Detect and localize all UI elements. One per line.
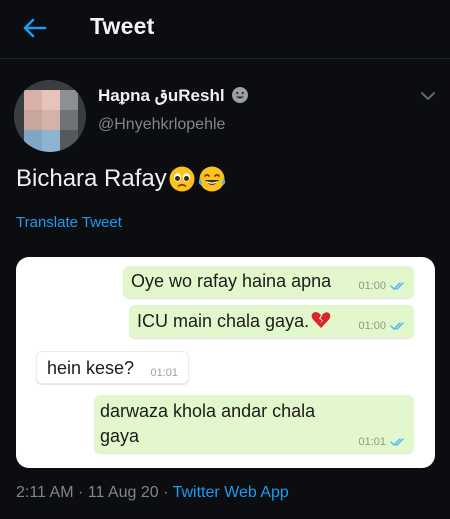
pleading-face-icon (169, 166, 195, 192)
back-arrow-icon (23, 18, 47, 38)
back-button[interactable] (14, 12, 54, 44)
separator-dot: · (77, 484, 84, 501)
grinning-face-icon (232, 87, 249, 103)
author-name-text: Haᵱna قuReshl (98, 86, 225, 105)
top-bar: Tweet (0, 0, 450, 59)
message-time: 01:00 (358, 320, 386, 332)
avatar[interactable] (14, 80, 86, 152)
message-time: 01:01 (150, 367, 178, 379)
chat-bubble-outgoing: darwaza khola andar chala gaya 01:01 (94, 395, 414, 453)
tears-of-joy-icon (198, 166, 225, 192)
chat-message-text: ICU main chala gaya. (137, 311, 331, 332)
page-title: Tweet (90, 13, 155, 39)
tweet-date: 11 Aug 20 (87, 484, 159, 501)
chat-message-text: darwaza khola andar chala (100, 401, 316, 421)
tweet-metadata: 2:11 AM · 11 Aug 20 · Twitter Web App (16, 484, 289, 502)
double-check-icon (390, 438, 404, 446)
chat-message-meta: 01:01 (150, 367, 178, 379)
message-time: 01:01 (358, 436, 386, 448)
chat-bubble-incoming: hein kese? 01:01 (36, 351, 189, 384)
tweet-detail-screen: Tweet Haᵱna قuReshl @Hnyehkrlopehle Bich… (0, 0, 450, 519)
broken-heart-icon (311, 312, 331, 328)
chat-bubble-outgoing: Oye wo rafay haina apna 01:00 (123, 266, 414, 298)
translate-tweet-link[interactable]: Translate Tweet (16, 214, 122, 231)
tweet-source-link[interactable]: Twitter Web App (173, 484, 289, 501)
chat-message-text-content: ICU main chala gaya. (137, 311, 310, 331)
chat-message-text: hein kese? (47, 358, 135, 378)
chat-message-text: Oye wo rafay haina apna (131, 271, 332, 291)
separator-dot: · (163, 484, 169, 501)
chat-bubble-outgoing: ICU main chala gaya. 01:00 (129, 305, 414, 338)
chat-message-text-line2: gaya (100, 426, 140, 446)
chat-message-meta: 01:01 (358, 436, 406, 448)
chevron-down-icon (421, 92, 435, 100)
tweet-text: Bichara Rafay (16, 165, 227, 193)
message-time: 01:00 (358, 280, 386, 292)
tweet-time: 2:11 AM (16, 484, 74, 501)
double-check-icon (390, 322, 404, 330)
chat-screenshot-image: Oye wo rafay haina apna 01:00 ICU main c… (16, 257, 435, 468)
chat-message-meta: 01:00 (358, 320, 406, 332)
chat-message-meta: 01:00 (358, 280, 406, 292)
tweet-text-content: Bichara Rafay (16, 165, 167, 192)
author-display-name[interactable]: Haᵱna قuReshl (98, 86, 249, 106)
author-handle[interactable]: @Hnyehkrlopehle (98, 116, 225, 134)
more-options-button[interactable] (418, 86, 438, 106)
double-check-icon (390, 282, 404, 290)
